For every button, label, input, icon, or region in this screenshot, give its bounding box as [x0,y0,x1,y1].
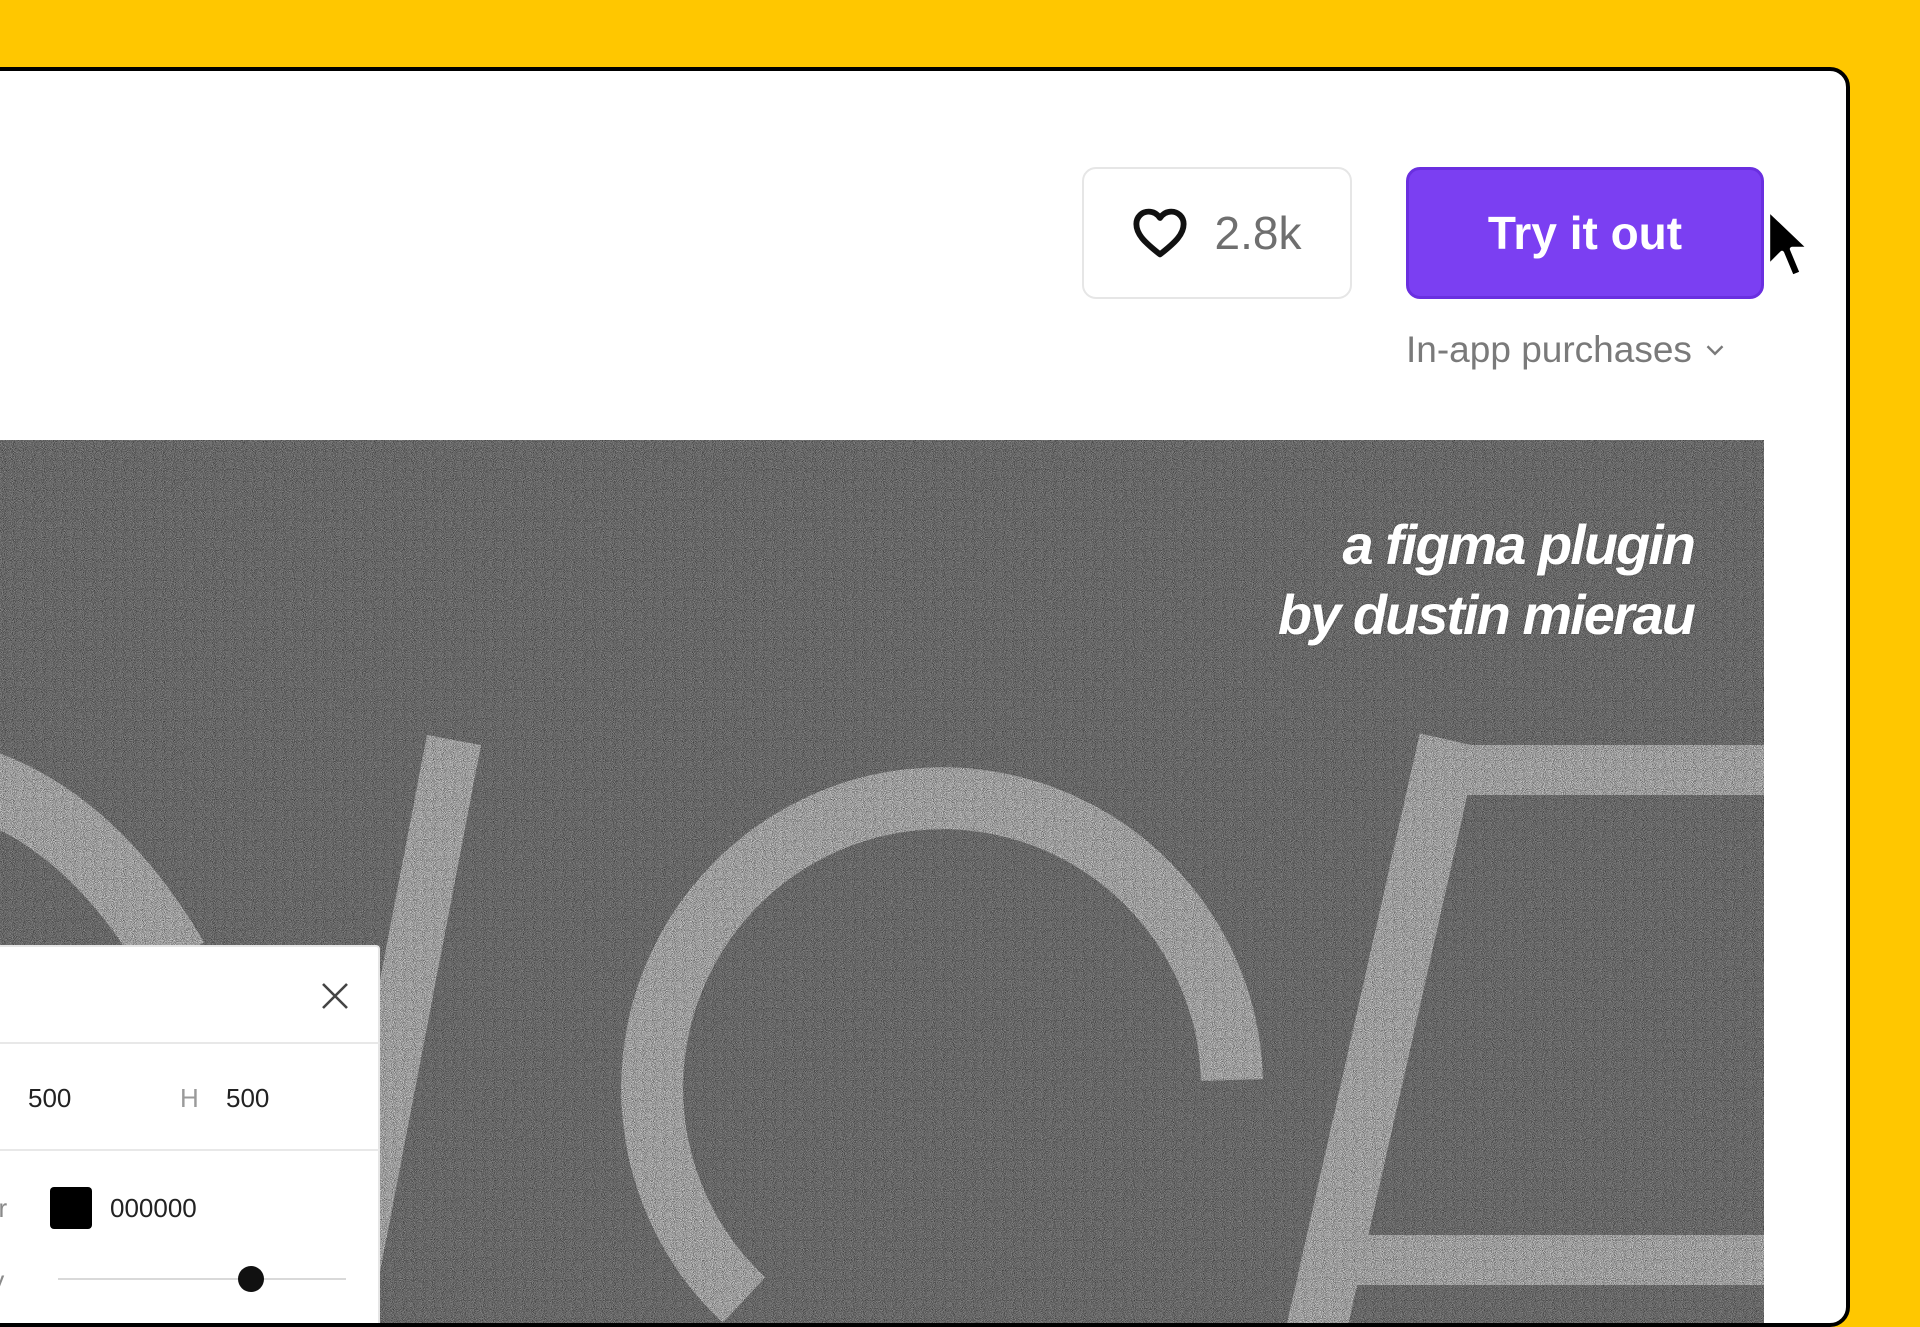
color-label: or [0,1193,7,1224]
color-swatch[interactable] [50,1187,92,1229]
plugin-settings-panel [0,945,380,1323]
in-app-purchases-label: In-app purchases [1406,329,1692,370]
chevron-down-icon [1706,345,1724,356]
tagline-line-2: by dustin mierau [1277,583,1696,646]
tagline-line-1: a figma plugin [1342,513,1696,576]
height-label: H [180,1083,199,1113]
width-value[interactable]: 500 [28,1083,71,1114]
opacity-label: ty [0,1265,4,1296]
height-value[interactable]: 500 [226,1083,269,1114]
in-app-purchases-toggle[interactable]: In-app purchases [1406,329,1724,371]
panel-divider [0,1042,380,1044]
color-value[interactable]: 000000 [110,1193,197,1224]
heart-icon [1132,208,1187,258]
try-it-out-button[interactable]: Try it out [1406,167,1764,299]
cursor-icon [1765,206,1810,280]
close-icon[interactable] [320,981,350,1011]
opacity-slider-thumb[interactable] [237,1266,264,1292]
hero-tagline: a figma plugin by dustin mierau [1277,510,1696,650]
panel-divider [0,1149,380,1151]
like-button[interactable]: 2.8k [1082,167,1352,299]
plugin-page-window: 2.8k Try it out In-app purchases a figma… [0,67,1850,1327]
like-count: 2.8k [1214,207,1302,259]
